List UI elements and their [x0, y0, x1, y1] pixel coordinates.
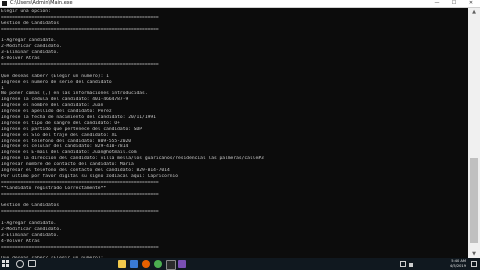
window-title: C:\Users\Admin\Main.exe	[10, 0, 73, 6]
notification-icon[interactable]	[471, 261, 477, 267]
firefox-icon[interactable]	[142, 260, 150, 268]
close-button[interactable]: ✕	[464, 0, 478, 7]
console-output[interactable]: Elegir una opcion: ======================…	[0, 8, 468, 258]
network-icon[interactable]	[400, 261, 406, 267]
console-icon[interactable]	[166, 260, 176, 270]
clock-date: 4/5/2019	[449, 264, 466, 268]
system-tray[interactable]	[400, 261, 430, 273]
taskbar: 5:40 AM 4/5/2019	[0, 258, 480, 270]
maximize-button[interactable]: ☐	[447, 0, 461, 7]
vertical-scrollbar[interactable]: ▲ ▼	[468, 8, 480, 258]
console-app-icon	[2, 1, 7, 6]
taskbar-clock[interactable]: 5:40 AM 4/5/2019	[450, 259, 466, 269]
store-icon[interactable]	[130, 260, 138, 268]
explorer-icon[interactable]	[118, 260, 126, 268]
search-icon[interactable]	[16, 260, 24, 268]
scroll-up-icon[interactable]: ▲	[468, 8, 480, 16]
window-titlebar[interactable]: C:\Users\Admin\Main.exe — ☐ ✕	[0, 0, 480, 8]
task-view-icon[interactable]	[28, 260, 36, 267]
volume-icon[interactable]	[409, 263, 414, 267]
scroll-down-icon[interactable]: ▼	[468, 250, 480, 258]
console-lines: Elegir una opcion: ======================…	[1, 9, 467, 258]
minimize-button[interactable]: —	[430, 0, 444, 7]
scrollbar-thumb[interactable]	[470, 158, 478, 243]
start-icon[interactable]	[2, 260, 10, 268]
chrome-icon[interactable]	[154, 260, 162, 268]
notes-icon[interactable]	[178, 260, 186, 268]
